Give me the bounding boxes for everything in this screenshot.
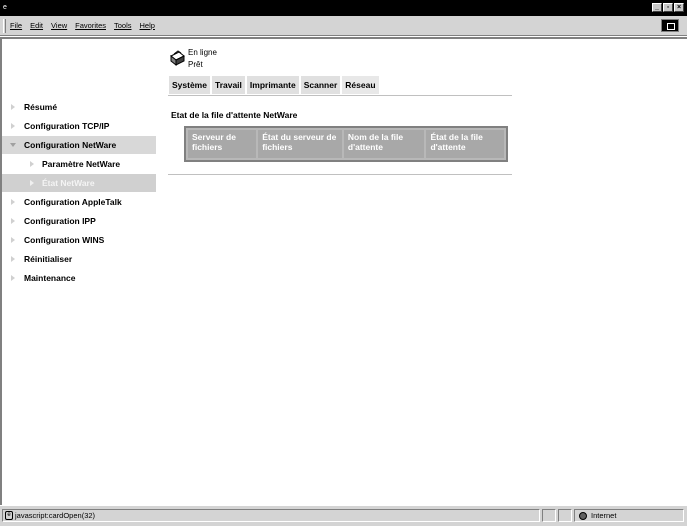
zone-label: Internet: [591, 511, 617, 520]
menu-tools[interactable]: Tools: [114, 21, 132, 30]
sidebar-item-label: Paramètre NetWare: [42, 159, 121, 169]
content-divider: [168, 174, 512, 175]
tab-imprimante[interactable]: Imprimante: [246, 76, 299, 94]
status-bar: e javascript:cardOpen(32) Internet: [0, 506, 687, 526]
globe-icon: [579, 512, 587, 520]
arrow-right-icon: [11, 237, 15, 243]
menu-favorites[interactable]: Favorites: [75, 21, 106, 30]
page-icon: e: [5, 511, 13, 520]
status-text-panel: e javascript:cardOpen(32): [2, 509, 540, 522]
sidebar-item-maintenance[interactable]: Maintenance: [2, 269, 156, 287]
sidebar-item-label: Configuration AppleTalk: [24, 197, 122, 207]
sidebar-item-reset[interactable]: Réinitialiser: [2, 250, 156, 268]
tab-reseau[interactable]: Réseau: [342, 76, 379, 94]
menu-bar: File Edit View Favorites Tools Help: [0, 16, 687, 36]
arrow-right-icon: [11, 123, 15, 129]
sidebar-item-resume[interactable]: Résumé: [2, 98, 156, 116]
netware-queue-table: Serveur de fichiers État du serveur de f…: [184, 126, 508, 162]
column-header-file-server: Serveur de fichiers: [188, 130, 257, 158]
minimize-button[interactable]: _: [652, 3, 662, 12]
status-online: En ligne: [188, 48, 217, 57]
ie-icon: e: [3, 4, 7, 11]
arrow-right-icon: [11, 256, 15, 262]
window-controls: _ ▫ ×: [652, 3, 684, 12]
printer-icon: [170, 50, 185, 67]
sidebar-item-label: Réinitialiser: [24, 254, 73, 264]
tab-travail[interactable]: Travail: [211, 76, 245, 94]
sidebar-item-label: Résumé: [24, 102, 58, 112]
table-header-row: Serveur de fichiers État du serveur de f…: [188, 130, 504, 158]
arrow-right-icon: [11, 275, 15, 281]
arrow-right-icon: [11, 199, 15, 205]
status-text: javascript:cardOpen(32): [15, 511, 96, 520]
tab-bar: Système Travail Imprimante Scanner Résea…: [169, 76, 379, 94]
arrow-right-icon: [30, 180, 34, 186]
sidebar-item-label: État NetWare: [42, 178, 95, 188]
security-zone-panel[interactable]: Internet: [574, 509, 684, 522]
menu-edit[interactable]: Edit: [30, 21, 43, 30]
menu-file[interactable]: File: [10, 21, 22, 30]
sidebar-item-netware-status[interactable]: État NetWare: [2, 174, 156, 192]
status-panel-empty-1: [542, 509, 556, 522]
sidebar-item-tcpip[interactable]: Configuration TCP/IP: [2, 117, 156, 135]
sidebar-item-label: Configuration TCP/IP: [24, 121, 110, 131]
tab-divider: [168, 95, 512, 96]
arrow-right-icon: [11, 218, 15, 224]
status-panel-empty-2: [558, 509, 572, 522]
page-content: En ligne Prêt Système Travail Imprimante…: [0, 37, 687, 505]
windows-logo-icon: [661, 19, 679, 32]
column-header-server-status: État du serveur de fichiers: [258, 130, 342, 158]
status-ready: Prêt: [188, 60, 203, 69]
sidebar-nav: Résumé Configuration TCP/IP Configuratio…: [2, 98, 156, 288]
toolbar-grip[interactable]: [3, 19, 6, 33]
page-title: Etat de la file d'attente NetWare: [171, 110, 298, 120]
maximize-button[interactable]: ▫: [663, 3, 673, 12]
sidebar-item-netware[interactable]: Configuration NetWare: [2, 136, 156, 154]
sidebar-item-netware-param[interactable]: Paramètre NetWare: [2, 155, 156, 173]
sidebar-item-label: Configuration NetWare: [24, 140, 117, 150]
sidebar-item-appletalk[interactable]: Configuration AppleTalk: [2, 193, 156, 211]
menu-items: File Edit View Favorites Tools Help: [10, 21, 155, 30]
sidebar-item-label: Maintenance: [24, 273, 76, 283]
sidebar-item-label: Configuration IPP: [24, 216, 96, 226]
close-button[interactable]: ×: [674, 3, 684, 12]
arrow-down-icon: [10, 143, 16, 147]
menu-help[interactable]: Help: [140, 21, 155, 30]
sidebar-item-label: Configuration WINS: [24, 235, 105, 245]
tab-systeme[interactable]: Système: [169, 76, 210, 94]
column-header-queue-name: Nom de la file d'attente: [343, 130, 425, 158]
window-titlebar[interactable]: e _ ▫ ×: [0, 0, 687, 16]
tab-scanner[interactable]: Scanner: [300, 76, 341, 94]
menu-view[interactable]: View: [51, 21, 67, 30]
sidebar-item-ipp[interactable]: Configuration IPP: [2, 212, 156, 230]
arrow-right-icon: [11, 104, 15, 110]
column-header-queue-status: État de la file d'attente: [426, 130, 504, 158]
sidebar-item-wins[interactable]: Configuration WINS: [2, 231, 156, 249]
arrow-right-icon: [30, 161, 34, 167]
